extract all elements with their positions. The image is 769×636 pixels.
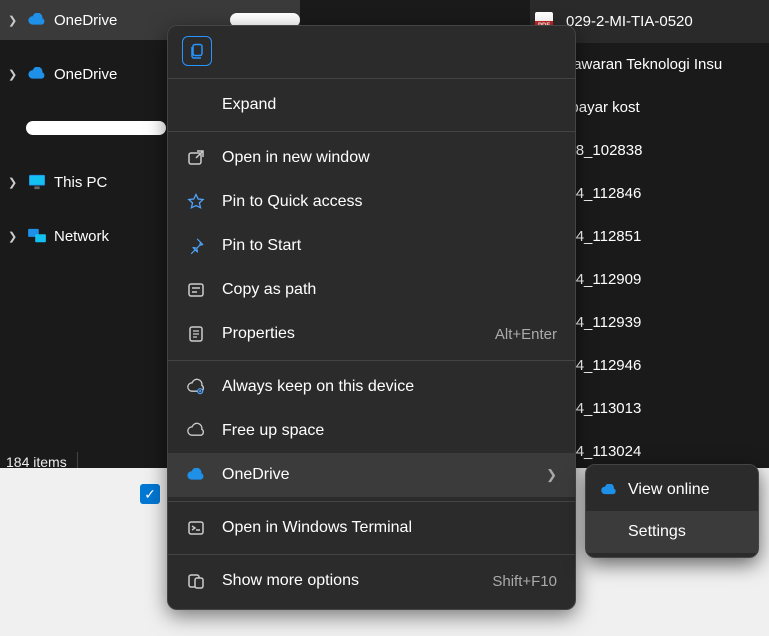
select-all-checkbox[interactable]: ✓ <box>140 484 160 504</box>
chevron-right-icon: ❯ <box>8 176 26 189</box>
context-menu: Expand Open in new window Pin to Quick a… <box>167 25 576 610</box>
copy-icon <box>189 43 205 59</box>
cloud-icon <box>186 422 206 440</box>
star-icon <box>186 193 206 211</box>
submenu-view-online[interactable]: View online <box>586 469 758 511</box>
onedrive-submenu: View online Settings <box>585 464 759 558</box>
submenu-settings[interactable]: Settings <box>586 511 758 553</box>
menu-copy-path[interactable]: Copy as path <box>168 268 575 312</box>
new-window-icon <box>186 149 206 167</box>
redacted-label <box>26 121 166 135</box>
properties-icon <box>186 325 206 343</box>
menu-pin-start[interactable]: Pin to Start <box>168 224 575 268</box>
copy-button[interactable] <box>182 36 212 66</box>
pin-icon <box>186 237 206 255</box>
more-options-icon <box>186 572 206 590</box>
show-more-accelerator: Shift+F10 <box>492 573 557 590</box>
menu-open-terminal[interactable]: Open in Windows Terminal <box>168 506 575 550</box>
onedrive-icon <box>186 468 206 482</box>
copy-path-icon <box>186 281 206 299</box>
cloud-blue-icon <box>26 13 48 27</box>
onedrive-icon <box>600 484 618 496</box>
menu-onedrive[interactable]: OneDrive ❯ <box>168 453 575 497</box>
monitor-icon <box>26 174 48 190</box>
file-name: 029-2-MI-TIA-0520 <box>566 13 693 30</box>
chevron-right-icon: ❯ <box>8 14 26 27</box>
network-icon <box>26 228 48 244</box>
menu-always-keep[interactable]: Always keep on this device <box>168 365 575 409</box>
properties-accelerator: Alt+Enter <box>495 326 557 343</box>
terminal-icon <box>186 519 206 537</box>
menu-free-up-space[interactable]: Free up space <box>168 409 575 453</box>
menu-pin-quick-access[interactable]: Pin to Quick access <box>168 180 575 224</box>
chevron-right-icon: ❯ <box>8 230 26 243</box>
cloud-blue-icon <box>26 67 48 81</box>
menu-show-more-options[interactable]: Show more options Shift+F10 <box>168 559 575 603</box>
submenu-arrow-icon: ❯ <box>538 467 557 483</box>
chevron-right-icon: ❯ <box>8 68 26 81</box>
cloud-keep-icon <box>186 378 206 396</box>
menu-open-new-window[interactable]: Open in new window <box>168 136 575 180</box>
menu-quick-actions <box>168 32 575 74</box>
menu-properties[interactable]: Properties Alt+Enter <box>168 312 575 356</box>
menu-expand[interactable]: Expand <box>168 83 575 127</box>
